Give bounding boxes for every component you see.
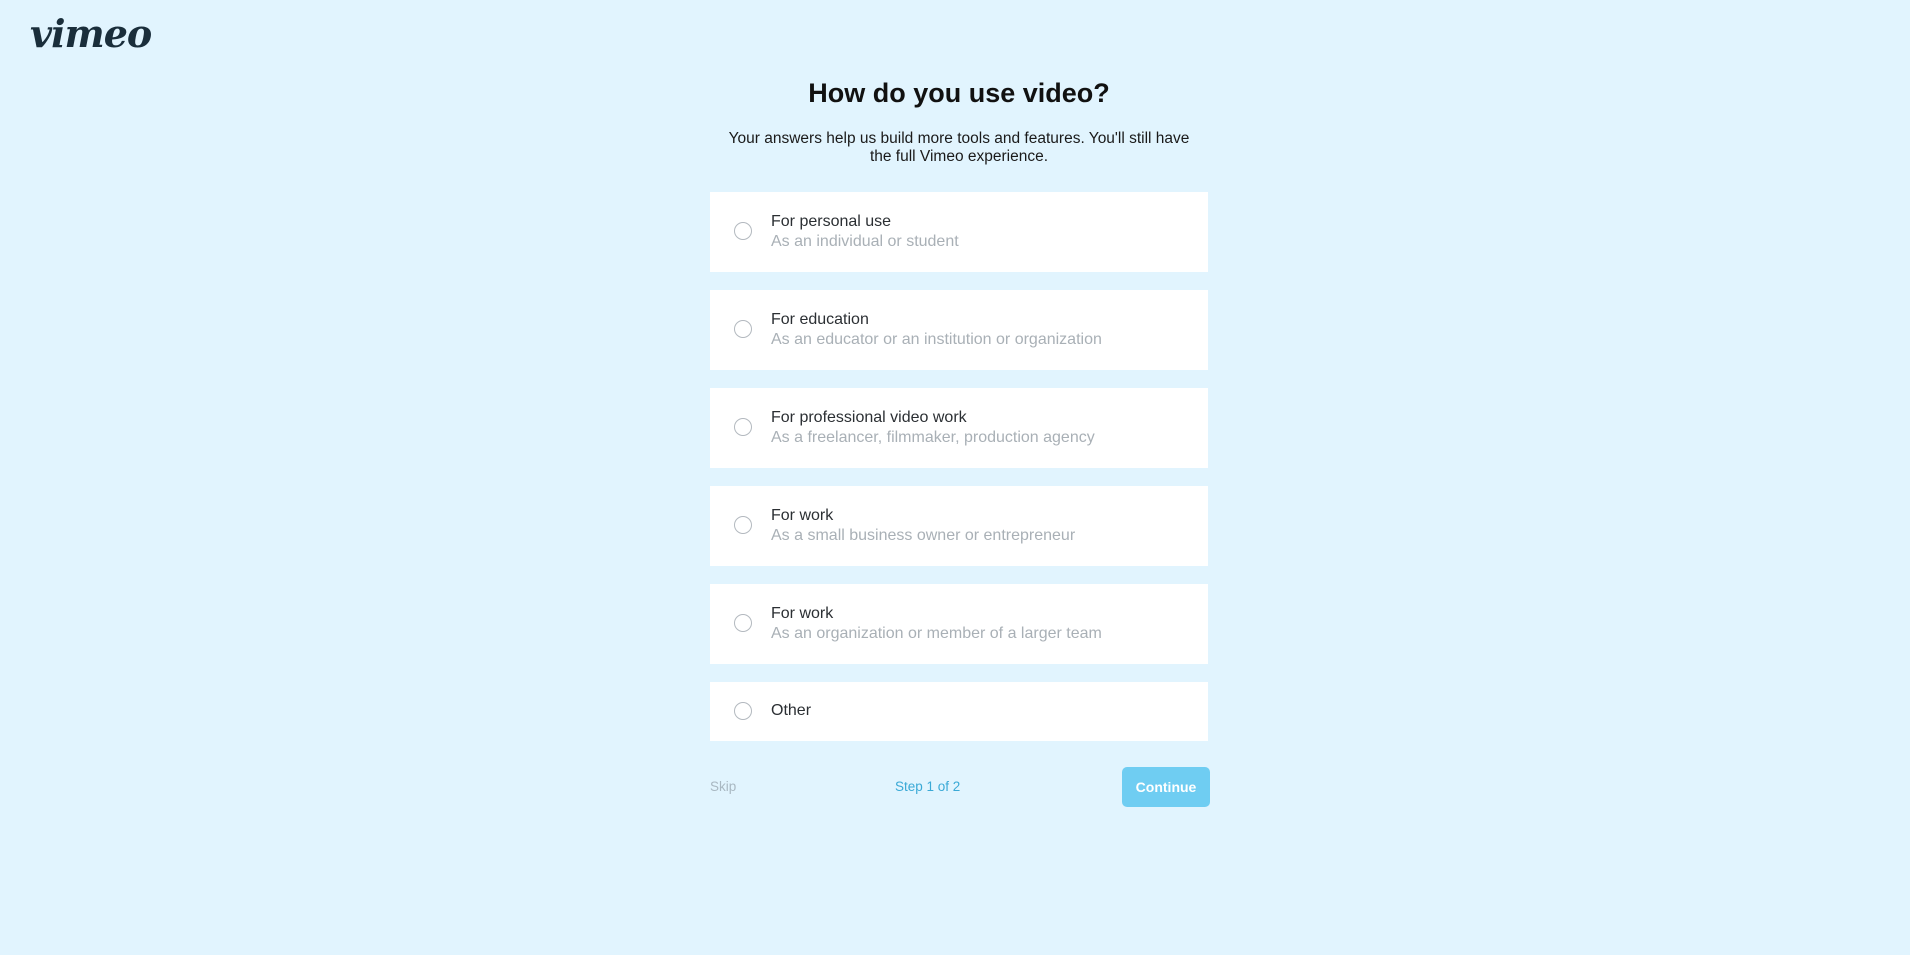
option-label: For work (771, 605, 834, 622)
radio-unchecked-icon[interactable] (734, 418, 752, 436)
continue-button[interactable]: Continue (1122, 767, 1210, 807)
option-personal-use[interactable]: For personal use As an individual or stu… (710, 192, 1208, 272)
radio-unchecked-icon[interactable] (734, 320, 752, 338)
option-label: For education (771, 311, 869, 328)
option-description: As an organization or member of a larger… (771, 625, 1102, 642)
option-other[interactable]: Other (710, 682, 1208, 741)
option-professional-video-work[interactable]: For professional video work As a freelan… (710, 388, 1208, 468)
radio-unchecked-icon[interactable] (734, 614, 752, 632)
option-description: As an individual or student (771, 233, 959, 250)
vimeo-logo[interactable]: vimeo (30, 12, 152, 56)
option-label: Other (771, 702, 812, 719)
option-work-small-business[interactable]: For work As a small business owner or en… (710, 486, 1208, 566)
survey-footer: Skip Step 1 of 2 Continue (710, 767, 1210, 807)
subtitle-line-1: Your answers help us build more tools an… (728, 130, 1190, 147)
page-subtitle: Your answers help us build more tools an… (710, 130, 1208, 166)
radio-unchecked-icon[interactable] (734, 702, 752, 720)
option-label: For personal use (771, 213, 892, 230)
option-education[interactable]: For education As an educator or an insti… (710, 290, 1208, 370)
skip-link[interactable]: Skip (710, 779, 736, 794)
radio-unchecked-icon[interactable] (734, 222, 752, 240)
page-title: How do you use video? (808, 78, 1110, 108)
step-indicator: Step 1 of 2 (895, 779, 961, 794)
option-label: For professional video work (771, 409, 967, 426)
option-work-organization[interactable]: For work As an organization or member of… (710, 584, 1208, 664)
option-description: As a small business owner or entrepreneu… (771, 527, 1076, 544)
option-description: As an educator or an institution or orga… (771, 331, 1102, 348)
option-label: For work (771, 507, 834, 524)
subtitle-line-2: the full Vimeo experience. (869, 148, 1049, 165)
option-description: As a freelancer, filmmaker, production a… (771, 429, 1095, 446)
radio-unchecked-icon[interactable] (734, 516, 752, 534)
